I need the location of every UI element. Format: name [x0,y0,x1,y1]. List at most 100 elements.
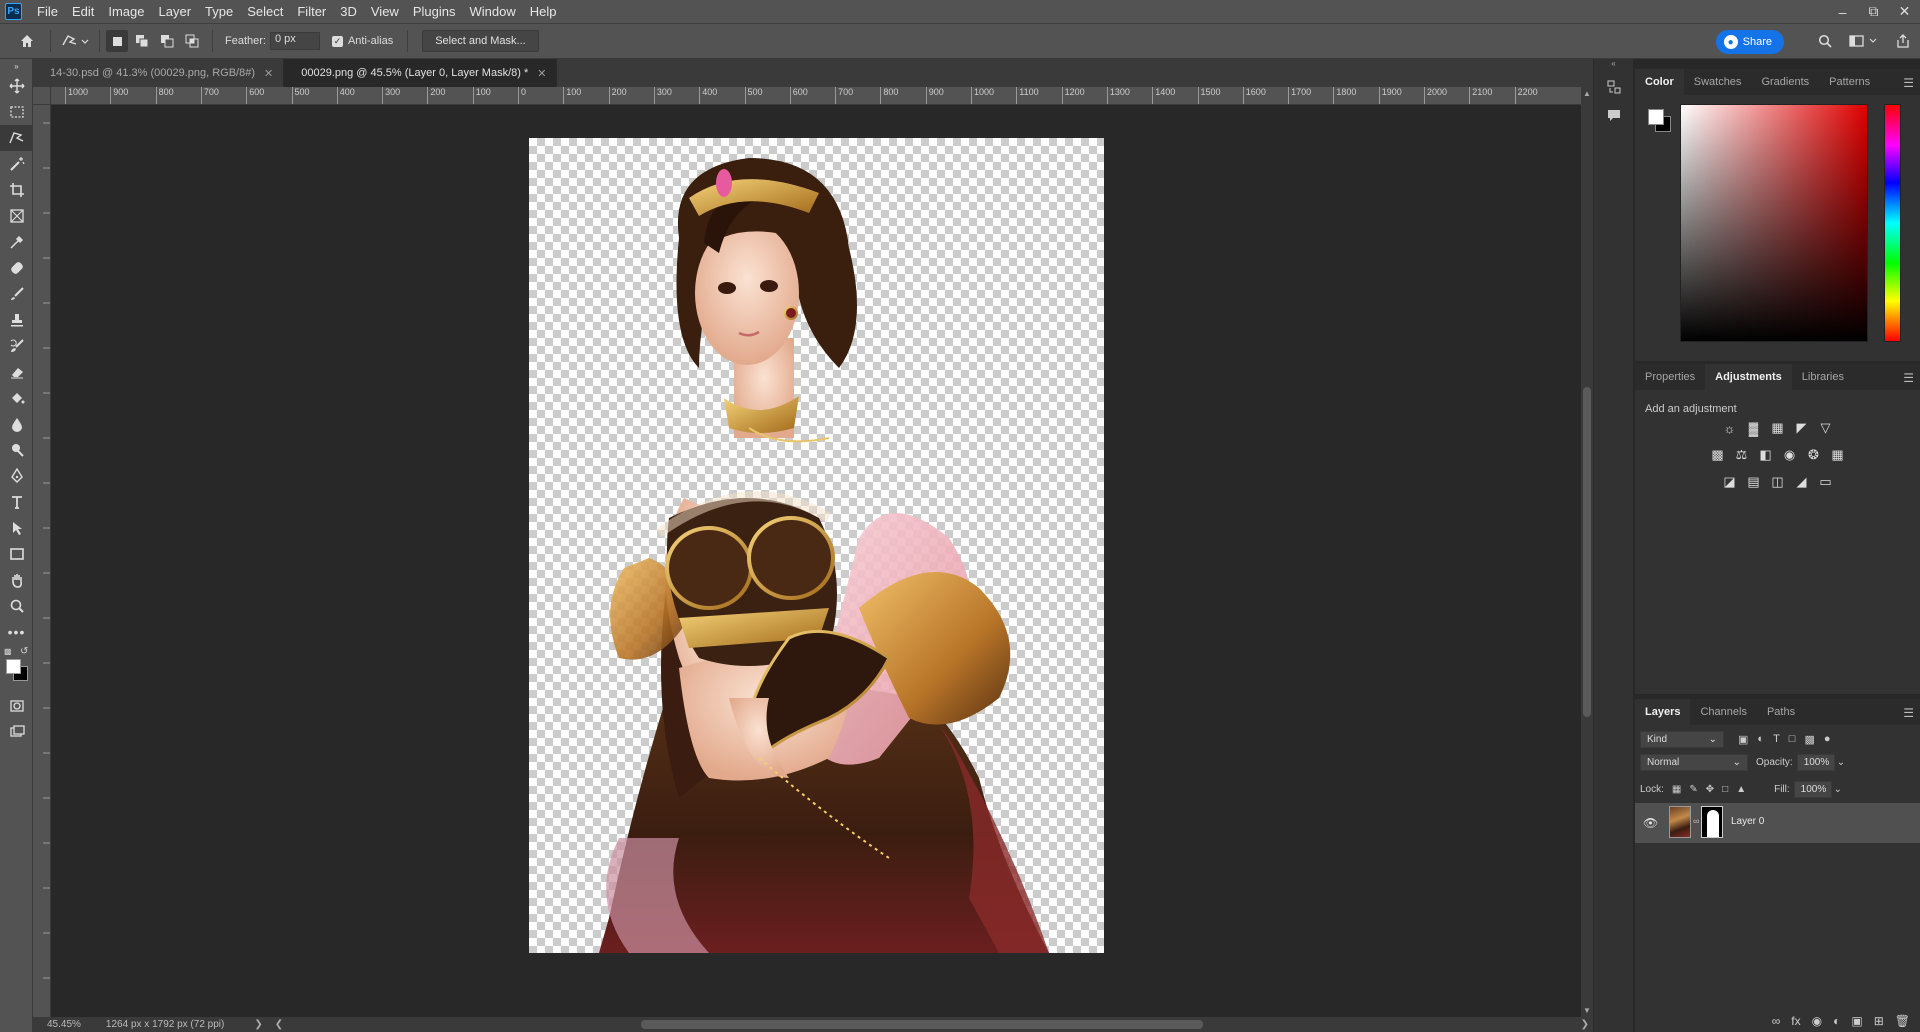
photo-filter-icon[interactable]: ◉ [1781,447,1799,463]
eyedropper-tool-icon[interactable] [0,229,33,255]
layer-row[interactable]: 👁 ∞ Layer 0 [1635,803,1920,843]
tab-document-1[interactable]: 14-30.psd @ 41.3% (00029.png, RGB/8#) ✕ [33,59,285,87]
export-icon[interactable] [1892,30,1914,52]
link-layers-icon[interactable]: ∞ [1772,1014,1781,1028]
ruler-origin[interactable] [33,87,51,105]
menu-window[interactable]: Window [462,0,522,23]
search-icon[interactable] [1814,30,1836,52]
eraser-tool-icon[interactable] [0,359,33,385]
select-and-mask-button[interactable]: Select and Mask... [422,30,539,52]
lasso-preset-icon[interactable] [57,30,93,52]
panel-menu-icon[interactable]: ☰ [1903,371,1914,385]
document-canvas[interactable] [529,138,1104,953]
pixel-filter-icon[interactable]: ▣ [1738,733,1748,746]
menu-view[interactable]: View [364,0,406,23]
type-filter-icon[interactable]: T [1773,733,1780,746]
crop-tool-icon[interactable] [0,177,33,203]
scroll-up-icon[interactable]: ▲ [1583,89,1591,98]
new-group-icon[interactable]: ▣ [1851,1014,1862,1028]
magic-wand-tool-icon[interactable] [0,151,33,177]
curves-icon[interactable]: ▦ [1769,420,1787,436]
history-icon[interactable] [1594,73,1634,101]
screen-mode-icon[interactable] [0,719,33,745]
black-white-icon[interactable]: ◧ [1757,447,1775,463]
intersect-selection-icon[interactable] [181,30,203,52]
antialias-checkbox[interactable]: ✓ Anti-alias [331,35,393,47]
close-icon[interactable]: ✕ [264,67,273,80]
rectangle-tool-icon[interactable] [0,541,33,567]
layer-style-icon[interactable]: fx [1791,1014,1800,1028]
filter-toggle-icon[interactable]: ● [1824,733,1831,746]
vertical-ruler[interactable] [33,87,51,1017]
color-picker-field[interactable] [1680,104,1868,342]
panel-menu-icon[interactable]: ☰ [1903,76,1914,90]
new-selection-icon[interactable] [106,30,128,52]
add-mask-icon[interactable]: ◉ [1812,1014,1822,1028]
lock-position-icon[interactable]: ✥ [1706,784,1714,795]
menu-plugins[interactable]: Plugins [406,0,463,23]
menu-select[interactable]: Select [240,0,290,23]
kind-filter-dropdown[interactable]: Kind ⌄ [1640,731,1724,748]
menu-image[interactable]: Image [101,0,151,23]
clone-stamp-tool-icon[interactable] [0,307,33,333]
invert-icon[interactable]: ◪ [1721,474,1739,490]
visibility-eye-icon[interactable]: 👁 [1643,816,1658,830]
lock-transparent-icon[interactable]: ▦ [1672,784,1681,795]
layer-mask-thumbnail[interactable] [1701,806,1723,838]
vertical-scroll-thumb[interactable] [1583,387,1591,717]
hue-saturation-icon[interactable]: ▩ [1709,447,1727,463]
paint-bucket-tool-icon[interactable] [0,385,33,411]
chevron-down-icon[interactable]: ⌄ [1837,757,1845,768]
pen-tool-icon[interactable] [0,463,33,489]
swap-colors-icon[interactable]: ↺ [20,646,28,657]
type-tool-icon[interactable] [0,489,33,515]
close-icon[interactable]: ✕ [537,67,546,80]
tab-layers[interactable]: Layers [1635,699,1691,725]
home-icon[interactable] [16,30,38,52]
lock-image-icon[interactable]: ✎ [1689,784,1697,795]
menu-type[interactable]: Type [198,0,240,23]
expand-panels-icon[interactable]: « [1594,59,1633,73]
tab-paths[interactable]: Paths [1757,699,1805,725]
horizontal-ruler[interactable]: 1000 900 800 700 600 500 400 300 200 100 0 100 200 30… [51,87,1581,105]
color-lookup-icon[interactable]: ▦ [1829,447,1847,463]
history-brush-tool-icon[interactable] [0,333,33,359]
scroll-left-icon[interactable]: ❮ [275,1019,283,1030]
status-menu-icon[interactable]: ❯ [254,1019,262,1030]
marquee-tool-icon[interactable] [0,99,33,125]
foreground-color-swatch[interactable] [1648,109,1664,125]
tab-document-2[interactable]: 00029.png @ 45.5% (Layer 0, Layer Mask/8… [284,59,558,87]
tab-patterns[interactable]: Patterns [1819,69,1880,95]
opacity-field[interactable]: 100% [1796,754,1835,771]
hue-slider[interactable] [1884,104,1901,342]
fill-field[interactable]: 100% [1793,781,1832,798]
tab-swatches[interactable]: Swatches [1684,69,1752,95]
restore-icon[interactable]: ⧉ [1858,0,1889,23]
gradient-map-icon[interactable]: ▭ [1817,474,1835,490]
path-selection-tool-icon[interactable] [0,515,33,541]
exposure-icon[interactable]: ◤ [1793,420,1811,436]
lasso-tool-icon[interactable] [0,125,33,151]
scroll-down-icon[interactable]: ▼ [1583,1006,1591,1015]
smart-object-filter-icon[interactable]: ▩ [1804,733,1814,746]
minimize-icon[interactable]: – [1827,0,1858,23]
menu-file[interactable]: File [30,0,65,23]
tab-channels[interactable]: Channels [1690,699,1756,725]
healing-brush-tool-icon[interactable] [0,255,33,281]
subtract-selection-icon[interactable] [156,30,178,52]
color-balance-icon[interactable]: ⚖ [1733,447,1751,463]
vibrance-icon[interactable]: ▽ [1817,420,1835,436]
share-button[interactable]: ● Share [1715,30,1784,54]
menu-filter[interactable]: Filter [290,0,333,23]
delete-layer-icon[interactable]: 🗑 [1895,1014,1910,1028]
quick-mask-icon[interactable] [0,693,33,719]
tab-libraries[interactable]: Libraries [1792,364,1854,390]
adjustment-filter-icon[interactable]: ◐ [1757,733,1764,746]
comments-icon[interactable] [1594,101,1634,129]
link-icon[interactable]: ∞ [1693,816,1699,826]
feather-input[interactable]: 0 px [269,32,320,50]
menu-3d[interactable]: 3D [333,0,364,23]
tab-color[interactable]: Color [1635,69,1684,95]
menu-layer[interactable]: Layer [152,0,199,23]
dodge-tool-icon[interactable] [0,437,33,463]
